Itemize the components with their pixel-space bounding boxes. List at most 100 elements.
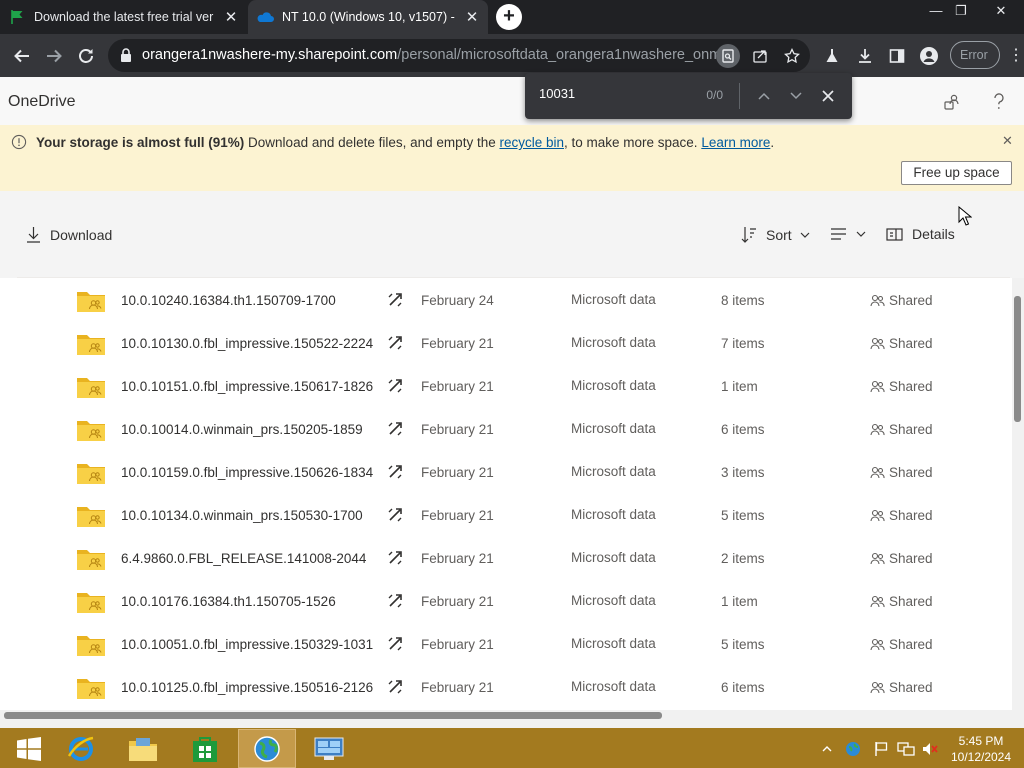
store-icon[interactable] xyxy=(176,729,234,768)
start-button[interactable] xyxy=(0,729,58,768)
internet-explorer-icon[interactable] xyxy=(52,729,110,768)
labs-flask-icon[interactable] xyxy=(820,44,844,68)
file-name[interactable]: 10.0.10151.0.fbl_impressive.150617-1826 xyxy=(121,379,373,394)
find-next-icon[interactable] xyxy=(785,85,807,107)
file-name[interactable]: 10.0.10051.0.fbl_impressive.150329-1031 xyxy=(121,637,373,652)
reload-icon[interactable] xyxy=(73,43,99,69)
tab-download-trial[interactable]: Download the latest free trial ver ✕ xyxy=(0,0,247,34)
file-name[interactable]: 10.0.10130.0.fbl_impressive.150522-2224 xyxy=(121,336,373,351)
file-size: 5 items xyxy=(721,637,765,652)
view-options-command[interactable] xyxy=(830,227,875,241)
recycle-bin-link[interactable]: recycle bin xyxy=(499,135,564,150)
find-previous-icon[interactable] xyxy=(753,85,775,107)
volume-muted-icon[interactable] xyxy=(921,740,939,758)
sort-command[interactable]: Sort xyxy=(741,226,819,243)
table-row[interactable]: 10.0.10130.0.fbl_impressive.150522-2224 F… xyxy=(17,322,1010,365)
shared-folder-icon[interactable] xyxy=(76,590,106,614)
list-view-icon xyxy=(831,228,846,240)
file-sharing[interactable]: Shared xyxy=(870,293,933,308)
table-row[interactable]: 10.0.10159.0.fbl_impressive.150626-1834 F… xyxy=(17,451,1010,494)
table-row[interactable]: 10.0.10240.16384.th1.150709-1700 February… xyxy=(17,279,1010,322)
find-in-page-icon[interactable] xyxy=(716,44,740,68)
file-sharing[interactable]: Shared xyxy=(870,551,933,566)
details-command[interactable]: Details xyxy=(886,226,955,242)
browser-globe-icon[interactable] xyxy=(238,729,296,768)
remote-desktop-icon[interactable] xyxy=(300,729,358,768)
restore-icon[interactable]: ❐ xyxy=(946,0,976,24)
tab-onedrive[interactable]: NT 10.0 (Windows 10, v1507) - C ✕ xyxy=(248,0,488,34)
file-explorer-icon[interactable] xyxy=(114,729,172,768)
table-row[interactable]: 10.0.10051.0.fbl_impressive.150329-1031 F… xyxy=(17,623,1010,666)
forward-arrow-icon[interactable] xyxy=(41,43,67,69)
community-people-icon[interactable] xyxy=(941,91,963,113)
app-title[interactable]: OneDrive xyxy=(8,93,76,111)
shared-folder-icon[interactable] xyxy=(76,676,106,700)
table-row[interactable]: 10.0.10125.0.fbl_impressive.150516-2126 F… xyxy=(17,666,1010,709)
file-name[interactable]: 10.0.10240.16384.th1.150709-1700 xyxy=(121,293,336,308)
file-sharing[interactable]: Shared xyxy=(870,336,933,351)
new-tab-button[interactable]: + xyxy=(496,4,522,30)
learn-more-link[interactable]: Learn more xyxy=(701,135,770,150)
help-question-icon[interactable] xyxy=(988,91,1010,113)
shared-folder-icon[interactable] xyxy=(76,633,106,657)
file-name[interactable]: 10.0.10125.0.fbl_impressive.150516-2126 xyxy=(121,680,373,695)
tab-close-icon[interactable]: ✕ xyxy=(464,8,480,26)
shared-folder-icon[interactable] xyxy=(76,375,106,399)
shared-folder-icon[interactable] xyxy=(76,547,106,571)
file-name[interactable]: 10.0.10176.16384.th1.150705-1526 xyxy=(121,594,336,609)
vertical-scroll-thumb[interactable] xyxy=(1014,296,1021,422)
network-globe-icon[interactable] xyxy=(844,740,862,758)
shared-folder-icon[interactable] xyxy=(76,461,106,485)
find-close-icon[interactable] xyxy=(817,85,839,107)
file-name[interactable]: 6.4.9860.0.FBL_RELEASE.141008-2044 xyxy=(121,551,366,566)
horizontal-scroll-thumb[interactable] xyxy=(4,712,662,719)
back-arrow-icon[interactable] xyxy=(9,43,35,69)
show-hidden-icons-icon[interactable] xyxy=(818,740,836,758)
file-owner: Microsoft data xyxy=(571,679,656,694)
file-sharing[interactable]: Shared xyxy=(870,594,933,609)
table-row[interactable]: 6.4.9860.0.FBL_RELEASE.141008-2044 Februa… xyxy=(17,537,1010,580)
file-sharing[interactable]: Shared xyxy=(870,637,933,652)
network-status-icon[interactable] xyxy=(897,740,915,758)
file-sharing[interactable]: Shared xyxy=(870,508,933,523)
file-name[interactable]: 10.0.10014.0.winmain_prs.150205-1859 xyxy=(121,422,363,437)
table-row[interactable]: 10.0.10014.0.winmain_prs.150205-1859 Febr… xyxy=(17,408,1010,451)
chevron-down-icon xyxy=(856,231,866,237)
banner-close-icon[interactable]: ✕ xyxy=(1002,133,1013,149)
shared-folder-icon[interactable] xyxy=(76,504,106,528)
taskbar-clock[interactable]: 5:45 PM 10/12/2024 xyxy=(950,733,1012,765)
download-icon[interactable] xyxy=(853,44,877,68)
file-owner: Microsoft data xyxy=(571,335,656,350)
file-sharing[interactable]: Shared xyxy=(870,680,933,695)
download-label: Download xyxy=(50,226,113,243)
table-row[interactable]: 10.0.10151.0.fbl_impressive.150617-1826 F… xyxy=(17,365,1010,408)
file-sharing[interactable]: Shared xyxy=(870,422,933,437)
file-sharing[interactable]: Shared xyxy=(870,465,933,480)
side-panel-icon[interactable] xyxy=(885,44,909,68)
profile-error-chip[interactable]: Error xyxy=(950,41,1000,69)
tab-close-icon[interactable]: ✕ xyxy=(223,8,239,26)
shared-folder-icon[interactable] xyxy=(76,289,106,313)
browser-menu-icon[interactable]: ⋮ xyxy=(1008,45,1024,65)
details-pane-icon xyxy=(886,227,903,241)
address-bar[interactable]: orangera1nwashere-my.sharepoint.com/pers… xyxy=(108,39,810,72)
download-command[interactable]: Download xyxy=(26,226,112,243)
tab-title: Download the latest free trial ver xyxy=(34,10,214,24)
profile-avatar-icon[interactable] xyxy=(917,44,941,68)
shared-folder-icon[interactable] xyxy=(76,418,106,442)
clock-time: 5:45 PM xyxy=(958,734,1004,748)
file-name[interactable]: 10.0.10134.0.winmain_prs.150530-1700 xyxy=(121,508,363,523)
file-sharing[interactable]: Shared xyxy=(870,379,933,394)
table-row[interactable]: 10.0.10176.16384.th1.150705-1526 February… xyxy=(17,580,1010,623)
find-input[interactable]: 10031 xyxy=(539,86,689,101)
window-close-icon[interactable]: ✕ xyxy=(986,0,1016,24)
shared-folder-icon[interactable] xyxy=(76,332,106,356)
bookmark-star-icon[interactable] xyxy=(780,44,804,68)
file-name[interactable]: 10.0.10159.0.fbl_impressive.150626-1834 xyxy=(121,465,373,480)
people-icon xyxy=(870,466,885,479)
tab-title: NT 10.0 (Windows 10, v1507) - C xyxy=(282,10,458,24)
action-center-flag-icon[interactable] xyxy=(872,740,890,758)
table-row[interactable]: 10.0.10134.0.winmain_prs.150530-1700 Febr… xyxy=(17,494,1010,537)
free-up-space-button[interactable]: Free up space xyxy=(901,161,1012,185)
share-icon[interactable] xyxy=(748,44,772,68)
